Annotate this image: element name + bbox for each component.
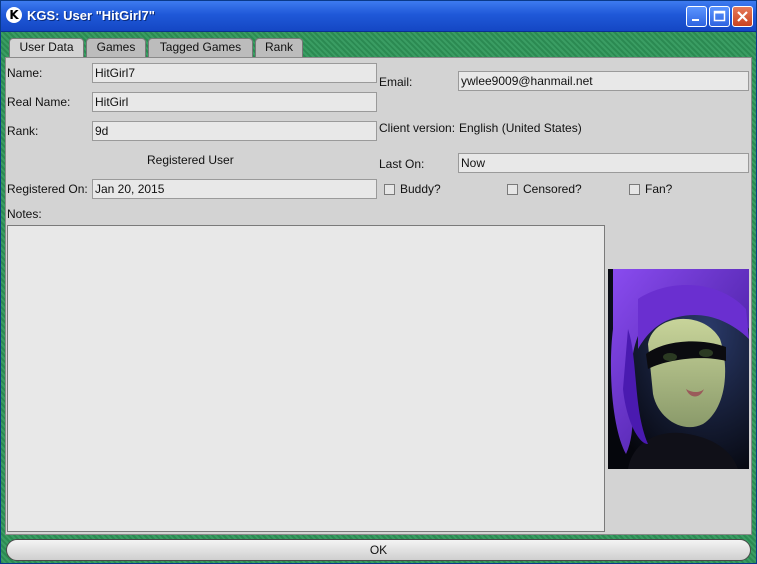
email-label: Email: bbox=[379, 75, 413, 89]
censored-checkbox[interactable] bbox=[507, 184, 518, 195]
close-button[interactable] bbox=[732, 6, 753, 27]
tab-tagged-games[interactable]: Tagged Games bbox=[148, 38, 253, 57]
buddy-checkbox[interactable] bbox=[384, 184, 395, 195]
client-version-label: Client version: bbox=[379, 121, 456, 135]
last-on-label: Last On: bbox=[379, 157, 425, 171]
fan-checkbox[interactable] bbox=[629, 184, 640, 195]
client-version-value: English (United States) bbox=[459, 121, 582, 135]
registered-on-field[interactable]: Jan 20, 2015 bbox=[92, 179, 377, 199]
notes-textarea[interactable] bbox=[7, 225, 605, 532]
avatar-image bbox=[608, 269, 749, 469]
registered-on-label: Registered On: bbox=[7, 182, 88, 196]
kgs-app-icon: K bbox=[6, 7, 22, 23]
close-icon bbox=[737, 11, 748, 22]
title-bar[interactable]: K KGS: User "HitGirl7" bbox=[1, 1, 756, 32]
kgs-user-window: K KGS: User "HitGirl7" User Data Games T… bbox=[0, 0, 757, 564]
name-field[interactable]: HitGirl7 bbox=[92, 63, 377, 83]
censored-label: Censored? bbox=[523, 182, 582, 196]
minimize-icon bbox=[692, 19, 699, 21]
name-label: Name: bbox=[7, 66, 43, 80]
email-field[interactable]: ywlee9009@hanmail.net bbox=[458, 71, 749, 91]
notes-label: Notes: bbox=[7, 207, 42, 221]
tab-games[interactable]: Games bbox=[86, 38, 146, 57]
account-status: Registered User bbox=[147, 153, 234, 167]
maximize-button[interactable] bbox=[709, 6, 730, 27]
rank-label: Rank: bbox=[7, 124, 39, 138]
fan-label: Fan? bbox=[645, 182, 673, 196]
maximize-icon bbox=[713, 10, 726, 22]
window-title: KGS: User "HitGirl7" bbox=[27, 8, 155, 23]
rank-field[interactable]: 9d bbox=[92, 121, 377, 141]
ok-button[interactable]: OK bbox=[6, 539, 751, 561]
tab-user-data[interactable]: User Data bbox=[9, 38, 84, 58]
minimize-button[interactable] bbox=[686, 6, 707, 27]
real-name-label: Real Name: bbox=[7, 95, 71, 109]
last-on-field[interactable]: Now bbox=[458, 153, 749, 173]
tab-rank[interactable]: Rank bbox=[255, 38, 303, 57]
user-avatar bbox=[608, 269, 749, 469]
buddy-label: Buddy? bbox=[400, 182, 441, 196]
real-name-field[interactable]: HitGirl bbox=[92, 92, 377, 112]
